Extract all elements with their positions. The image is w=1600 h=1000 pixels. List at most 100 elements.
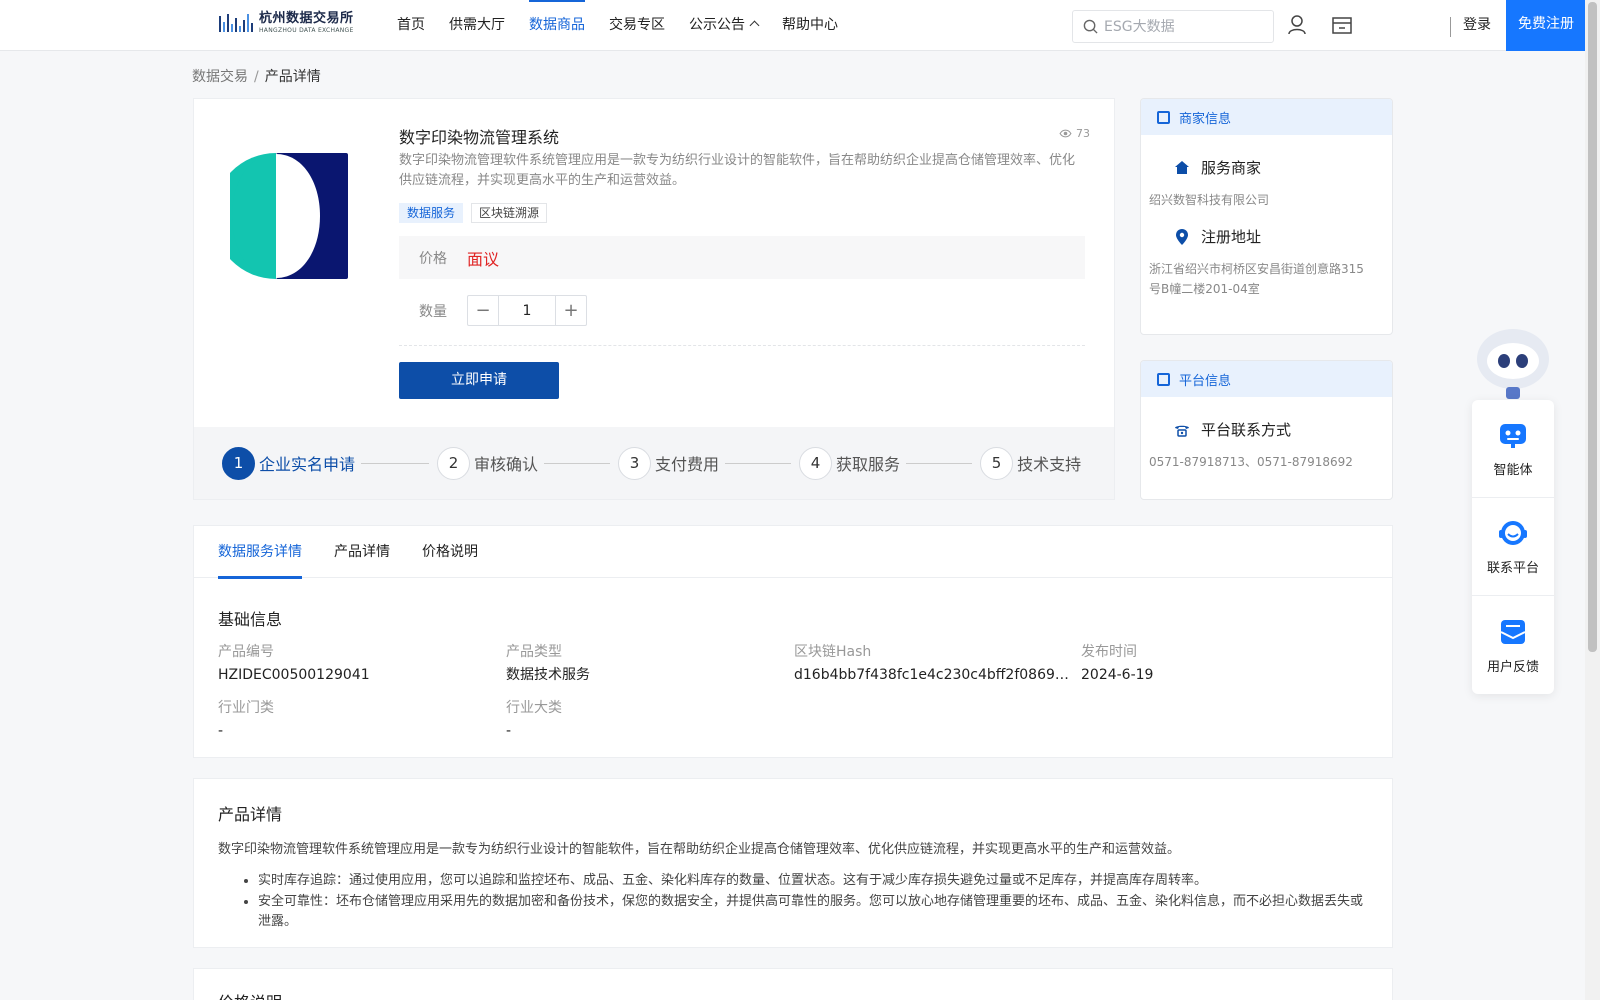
- service-merchant-label: 服务商家: [1201, 159, 1262, 177]
- step-connector: [544, 462, 611, 464]
- product-detail-intro: 数字印染物流管理软件系统管理应用是一款专为纺织行业设计的智能软件，旨在帮助纺织企…: [218, 842, 1181, 857]
- breadcrumb-current: 产品详情: [264, 69, 321, 85]
- search-box[interactable]: [1072, 10, 1274, 43]
- step-number: 4: [799, 446, 833, 480]
- step-label: 支付费用: [655, 455, 720, 474]
- login-link[interactable]: 登录: [1463, 0, 1491, 51]
- quantity-stepper: − 1 +: [467, 295, 587, 326]
- user-feedback-button[interactable]: 用户反馈: [1472, 596, 1554, 694]
- nav-supply-demand[interactable]: 供需大厅: [449, 0, 505, 51]
- info-blockchain-hash: 区块链Hash d16b4bb7f438fc1e4c230c4bff2f08699…: [794, 642, 1069, 685]
- merchant-info-title: 商家信息: [1179, 111, 1232, 127]
- register-button[interactable]: 免费注册: [1506, 0, 1586, 51]
- quantity-value[interactable]: 1: [498, 296, 556, 325]
- nav-help-center[interactable]: 帮助中心: [782, 0, 838, 51]
- contact-platform-button[interactable]: 联系平台: [1472, 498, 1554, 596]
- registered-address-value: 浙江省绍兴市柯桥区安昌街道创意路315号B幢二楼201-04室: [1149, 262, 1364, 296]
- platform-contact-value: 0571-87918713、0571-87918692: [1149, 455, 1353, 469]
- breadcrumb-separator: /: [254, 69, 259, 85]
- registered-address: 注册地址 浙江省绍兴市柯桥区安昌街道创意路315号B幢二楼201-04室: [1141, 226, 1392, 299]
- step-label: 企业实名申请: [259, 455, 356, 474]
- robot-mascot-icon[interactable]: [1472, 325, 1554, 401]
- info-value: -: [218, 723, 224, 739]
- tab-price-description[interactable]: 价格说明: [422, 526, 478, 578]
- quantity-row: 数量 − 1 +: [419, 295, 587, 326]
- platform-info-title: 平台信息: [1179, 373, 1232, 389]
- phone-icon: [1173, 421, 1191, 439]
- tab-service-details[interactable]: 数据服务详情: [218, 526, 302, 579]
- step-2: 2 审核确认: [437, 446, 538, 480]
- logo-icon: [219, 12, 255, 34]
- chatbot-icon: [1500, 424, 1526, 448]
- service-merchant: 服务商家 绍兴数智科技有限公司: [1141, 157, 1392, 210]
- info-industry-category: 行业门类 -: [218, 698, 498, 741]
- contact-platform-label: 联系平台: [1486, 561, 1539, 576]
- logo[interactable]: 杭州数据交易所 HANGZHOU DATA EXCHANGE: [219, 11, 354, 35]
- monitor-icon: [1157, 372, 1170, 386]
- main-nav: 首页 供需大厅 数据商品 交易专区 公示公告 帮助中心: [397, 0, 862, 51]
- tab-product-details[interactable]: 产品详情: [334, 526, 390, 578]
- search-input[interactable]: [1104, 18, 1264, 35]
- product-title: 数字印染物流管理系统: [399, 128, 560, 147]
- page-scrollbar[interactable]: [1585, 0, 1600, 1000]
- step-label: 技术支持: [1017, 455, 1082, 474]
- location-pin-icon: [1173, 228, 1191, 246]
- decrease-button[interactable]: −: [468, 296, 498, 325]
- list-item: 实时库存追踪：通过使用应用，您可以追踪和监控坯布、成品、五金、染化料库存的数量、…: [258, 871, 1368, 891]
- top-header: 杭州数据交易所 HANGZHOU DATA EXCHANGE 首页 供需大厅 数…: [0, 0, 1586, 51]
- process-steps: 1 企业实名申请 2 审核确认 3 支付费用 4 获取服务 5 技术支持: [194, 427, 1114, 499]
- increase-button[interactable]: +: [556, 296, 586, 325]
- agent-button[interactable]: 智能体: [1472, 400, 1554, 498]
- info-value: HZIDEC00500129041: [218, 667, 370, 683]
- nav-trading-zone[interactable]: 交易专区: [609, 0, 665, 51]
- info-label: 产品类型: [506, 644, 562, 660]
- info-industry-class: 行业大类 -: [506, 698, 786, 741]
- info-product-id: 产品编号 HZIDEC00500129041: [218, 642, 498, 685]
- platform-contact: 平台联系方式 0571-87918713、0571-87918692: [1141, 419, 1392, 472]
- info-product-type: 产品类型数据技术服务: [506, 642, 786, 685]
- home-icon: [1173, 159, 1191, 177]
- step-number: 2: [437, 446, 471, 480]
- calendar-icon: [1157, 110, 1170, 124]
- apply-button[interactable]: 立即申请: [399, 362, 559, 399]
- info-label: 行业门类: [218, 700, 274, 716]
- scrollbar-thumb[interactable]: [1588, 2, 1597, 652]
- agent-label: 智能体: [1493, 463, 1533, 478]
- price-description-card: 价格说明: [193, 968, 1393, 1000]
- header-divider: [1450, 17, 1451, 37]
- product-detail-list: 实时库存追踪：通过使用应用，您可以追踪和监控坯布、成品、五金、染化料库存的数量、…: [258, 871, 1368, 933]
- basic-info-title: 基础信息: [218, 610, 283, 629]
- view-count: 73: [1059, 127, 1090, 140]
- price-label: 价格: [419, 250, 447, 267]
- store-icon[interactable]: [1331, 14, 1353, 36]
- step-1: 1 企业实名申请: [222, 446, 356, 480]
- floating-panel: 智能体 联系平台 用户反馈: [1472, 400, 1554, 694]
- product-logo: [230, 153, 348, 279]
- nav-data-products[interactable]: 数据商品: [529, 0, 585, 51]
- step-connector: [906, 462, 973, 464]
- step-number: 5: [980, 446, 1014, 480]
- price-value: 面议: [467, 249, 500, 269]
- logo-subtitle: HANGZHOU DATA EXCHANGE: [259, 27, 354, 34]
- view-count-value: 73: [1076, 127, 1090, 140]
- product-detail-title: 产品详情: [218, 805, 283, 824]
- step-5: 5 技术支持: [980, 446, 1082, 480]
- user-icon[interactable]: [1286, 14, 1308, 36]
- step-3: 3 支付费用: [618, 446, 720, 480]
- product-detail-card: 产品详情 数字印染物流管理软件系统管理应用是一款专为纺织行业设计的智能软件，旨在…: [193, 778, 1393, 948]
- product-card: 数字印染物流管理系统 73 数字印染物流管理软件系统管理应用是一款专为纺织行业设…: [193, 98, 1115, 500]
- nav-announcements[interactable]: 公示公告: [689, 0, 760, 51]
- info-publish-date: 发布时间 2024-6-19: [1081, 642, 1361, 685]
- step-4: 4 获取服务: [799, 446, 900, 480]
- search-icon: [1083, 19, 1098, 34]
- breadcrumb-root[interactable]: 数据交易: [192, 69, 248, 85]
- merchant-info-header: 商家信息: [1141, 99, 1392, 135]
- quantity-label: 数量: [419, 303, 447, 320]
- info-value: 数据技术服务: [506, 667, 590, 683]
- step-connector: [361, 462, 430, 464]
- nav-home[interactable]: 首页: [397, 0, 425, 51]
- nav-announcements-label: 公示公告: [689, 17, 745, 33]
- info-label: 发布时间: [1081, 644, 1137, 660]
- product-tags: 数据服务 区块链溯源: [399, 203, 548, 223]
- info-value: d16b4bb7f438fc1e4c230c4bff2f086999c2…: [794, 667, 1069, 683]
